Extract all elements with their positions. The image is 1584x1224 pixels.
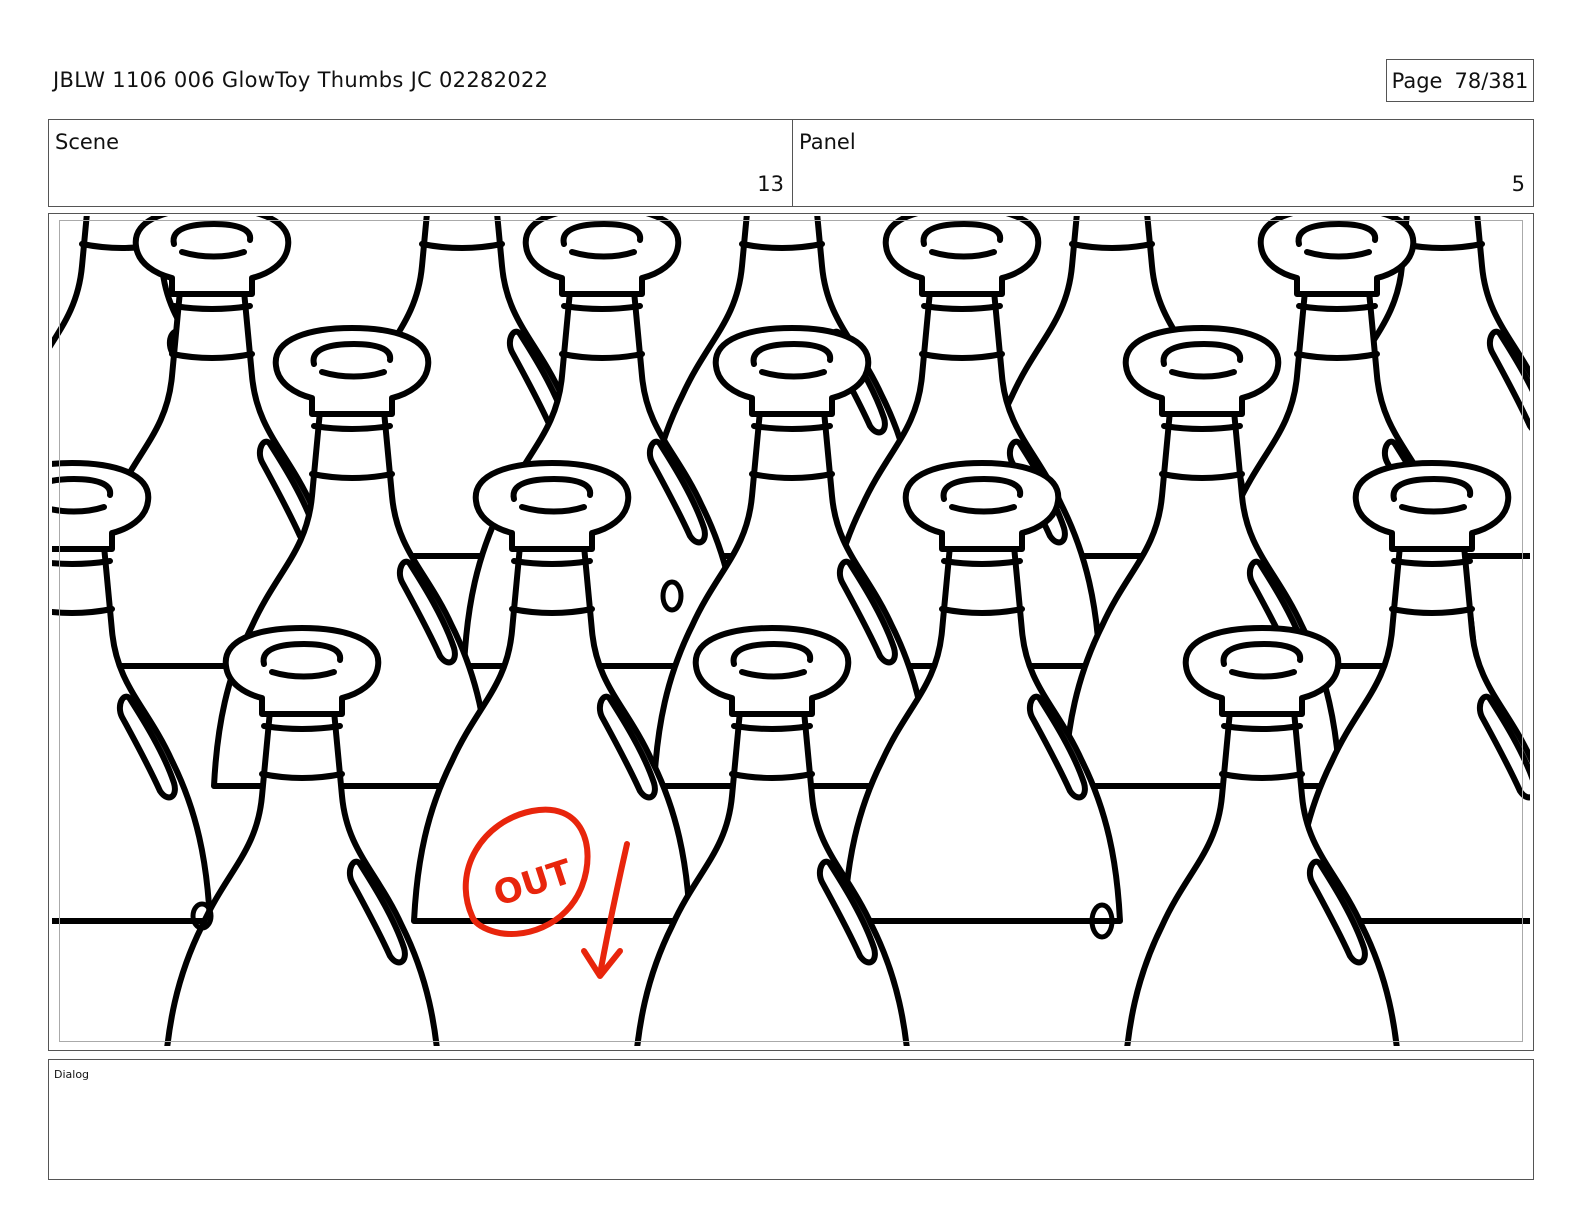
scene-cell: Scene 13 (49, 120, 793, 206)
dialog-box: Dialog (48, 1059, 1534, 1180)
page-number: 78/381 (1454, 68, 1529, 93)
dialog-label: Dialog (54, 1068, 90, 1081)
document-title: JBLW 1106 006 GlowToy Thumbs JC 02282022 (53, 68, 549, 92)
panel-number: 5 (1511, 172, 1525, 196)
panel-cell: Panel 5 (793, 120, 1533, 206)
scene-panel-row: Scene 13 Panel 5 (48, 119, 1534, 207)
scene-number: 13 (757, 172, 784, 196)
safe-area-border (59, 220, 1523, 1042)
panel-label: Panel (799, 130, 856, 154)
scene-label: Scene (55, 130, 120, 154)
page-label: Page (1391, 68, 1443, 93)
page-indicator: Page 78/381 (1386, 59, 1534, 102)
storyboard-frame: OUT (48, 213, 1534, 1051)
